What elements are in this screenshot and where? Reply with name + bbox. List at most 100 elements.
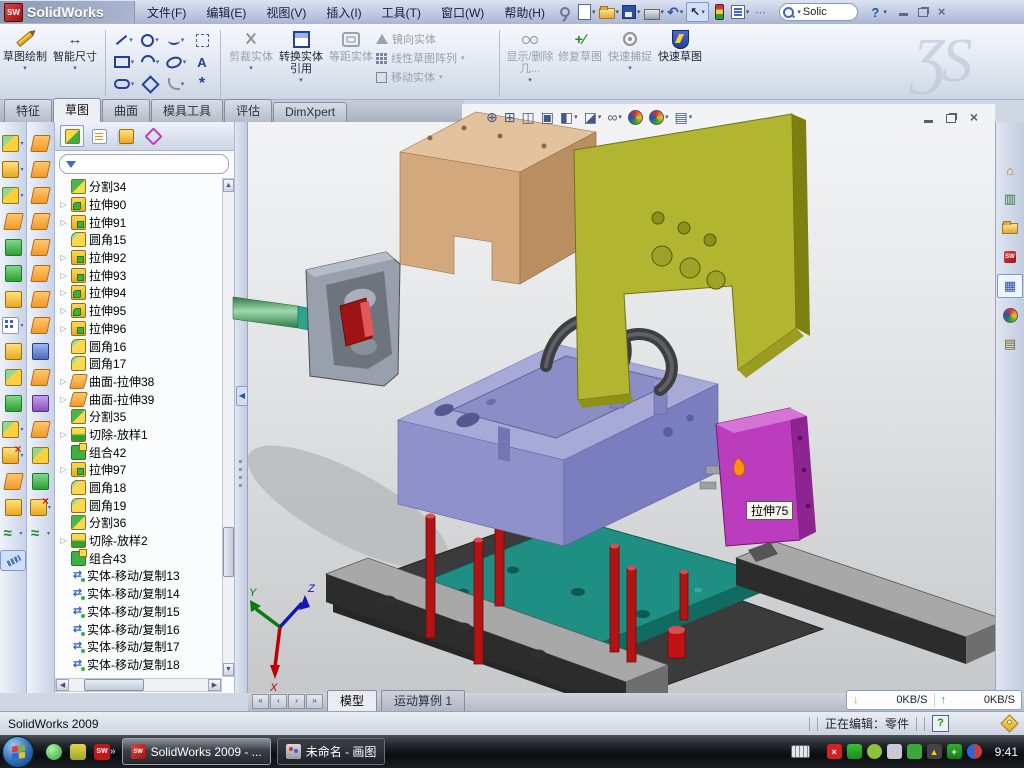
save-button[interactable]: ▾ [622, 3, 641, 21]
green-device-icon[interactable] [907, 744, 922, 759]
expand-arrow-icon[interactable]: ▷ [59, 465, 68, 474]
solidworks-quick-launch-icon[interactable]: SW [94, 744, 110, 760]
section-view-icon[interactable]: ◫ [521, 109, 534, 126]
surfaces-tool-button-8[interactable] [29, 342, 53, 361]
quick-launch-more-icon[interactable]: » [110, 746, 116, 757]
tree-item[interactable]: ▷拉伸90 [57, 196, 221, 214]
point-tool[interactable] [189, 73, 215, 95]
tree-item[interactable]: 圆角18 [57, 479, 221, 497]
clock-badge-icon[interactable] [867, 744, 882, 759]
green-shield-icon[interactable] [847, 744, 862, 759]
features-tool-button-0[interactable]: ▾ [1, 134, 25, 153]
expand-arrow-icon[interactable]: ▷ [59, 430, 68, 439]
menu-item-5[interactable]: 窗口(W) [441, 4, 484, 21]
solidworks-resources-button[interactable]: ▥ [997, 187, 1023, 211]
surfaces-tool-button-1[interactable] [29, 160, 53, 179]
configuration-manager-tab[interactable] [114, 125, 138, 147]
repair-sketch-button[interactable]: +∕ 修复草图 [556, 28, 604, 63]
expand-arrow-icon[interactable]: ▷ [59, 218, 68, 227]
features-tool-button-4[interactable] [1, 238, 25, 257]
tree-item[interactable]: ▷切除-放样2 [57, 532, 221, 550]
tree-item[interactable]: 组合43 [57, 549, 221, 567]
features-tool-button-1[interactable]: ▾ [1, 160, 25, 179]
horizontal-scroll-thumb[interactable] [84, 679, 144, 691]
dropdown-caret-icon[interactable]: ▾ [20, 166, 23, 173]
dropdown-caret-icon[interactable]: ▾ [20, 426, 23, 433]
tree-item[interactable]: ▷拉伸92 [57, 249, 221, 267]
model-tab-nav-button-1[interactable]: ‹ [270, 694, 287, 709]
sketch-text-tool[interactable] [189, 51, 215, 73]
menu-item-4[interactable]: 工具(T) [382, 4, 421, 21]
expand-arrow-icon[interactable]: ▷ [59, 536, 68, 545]
ribbon-tab-3[interactable]: 模具工具 [151, 99, 223, 122]
design-library-button[interactable] [997, 216, 1023, 240]
mirror-entities-button[interactable]: 镜向实体 [376, 31, 494, 47]
pin-icon[interactable] [559, 3, 575, 21]
surfaces-tool-button-14[interactable]: ▾ [29, 498, 53, 517]
features-tool-button-2[interactable]: ▾ [1, 186, 25, 205]
expand-arrow-icon[interactable]: ▷ [59, 200, 68, 209]
edit-appearance-icon[interactable] [628, 110, 643, 125]
dropdown-caret-icon[interactable]: ▾ [20, 192, 23, 199]
rebuild-button[interactable] [712, 3, 728, 21]
features-tool-button-6[interactable] [1, 290, 25, 309]
red-shield-icon[interactable]: × [827, 744, 842, 759]
view-palette-button[interactable]: ▦ [997, 274, 1023, 298]
ribbon-tab-0[interactable]: 特征 [4, 99, 52, 122]
convert-entities-button[interactable]: 转换实体引用▾ [277, 28, 325, 84]
view-orientation-icon[interactable]: ◧▾ [560, 109, 578, 126]
slot-tool[interactable]: ▾ [111, 73, 137, 95]
tree-horizontal-scrollbar[interactable]: ◀ ▶ [55, 678, 222, 692]
expand-arrow-icon[interactable]: ▷ [59, 271, 68, 280]
restore-button[interactable] [918, 8, 928, 17]
model-tab-nav-button-3[interactable]: » [306, 694, 323, 709]
scroll-right-button[interactable]: ▶ [208, 679, 221, 691]
feature-manager-tab[interactable] [60, 125, 84, 147]
surfaces-tool-button-5[interactable] [29, 264, 53, 283]
features-tool-button-5[interactable] [1, 264, 25, 283]
surfaces-tool-button-11[interactable] [29, 420, 53, 439]
line-tool[interactable]: ▾ [111, 29, 137, 51]
ellipse-tool[interactable]: ▾ [163, 51, 189, 73]
tree-item[interactable]: 圆角16 [57, 337, 221, 355]
tree-item[interactable]: 实体-移动/复制14 [57, 585, 221, 603]
view-annotations-icon[interactable]: ▤▾ [674, 109, 692, 126]
tree-item[interactable]: 分割36 [57, 514, 221, 532]
taskbar-window-solidworks[interactable]: SW SolidWorks 2009 - ... [122, 738, 271, 765]
options-button[interactable]: ▾ [731, 3, 750, 21]
expand-arrow-icon[interactable]: ▷ [59, 395, 68, 404]
tree-item[interactable]: 实体-移动/复制18 [57, 656, 221, 674]
tree-item[interactable]: 实体-移动/复制16 [57, 620, 221, 638]
tree-item[interactable]: ▷拉伸91 [57, 213, 221, 231]
vertical-scroll-thumb[interactable] [223, 527, 234, 577]
appearances-scenes-button[interactable] [997, 303, 1023, 327]
features-tool-button-10[interactable] [1, 394, 25, 413]
keyboard-layout-icon[interactable] [791, 745, 810, 758]
surfaces-tool-button-0[interactable] [29, 134, 53, 153]
new-document-button[interactable]: ▾ [578, 3, 596, 21]
tree-filter-input[interactable] [59, 154, 229, 174]
dropdown-caret-icon[interactable]: ▾ [47, 530, 50, 537]
features-tool-button-15[interactable]: ▾ [1, 524, 25, 543]
features-tool-button-3[interactable] [1, 212, 25, 231]
surfaces-tool-button-7[interactable] [29, 316, 53, 335]
zoom-fit-icon[interactable]: ⊕ [486, 109, 498, 126]
taskbar-window-paint[interactable]: 未命名 - 画图 [277, 738, 386, 765]
tree-item[interactable]: ▷曲面-拉伸39 [57, 390, 221, 408]
menu-item-2[interactable]: 视图(V) [266, 4, 306, 21]
features-tool-button-8[interactable] [1, 342, 25, 361]
features-tool-button-7[interactable]: ▾ [1, 316, 25, 335]
zoom-area-icon[interactable]: ⊞ [504, 109, 516, 126]
ribbon-tab-4[interactable]: 评估 [224, 99, 272, 122]
tree-item[interactable]: 组合42 [57, 443, 221, 461]
ribbon-tab-5[interactable]: DimXpert [273, 102, 347, 122]
surfaces-tool-button-10[interactable] [29, 394, 53, 413]
linear-sketch-pattern-button[interactable]: 线性草图阵列▾ [376, 50, 494, 66]
polygon-tool[interactable] [137, 73, 163, 95]
scroll-down-button[interactable]: ▼ [223, 663, 234, 676]
print-button[interactable]: ▾ [644, 3, 665, 21]
features-tool-button-11[interactable]: ▾ [1, 420, 25, 439]
media-quick-launch-icon[interactable] [70, 744, 86, 760]
tree-item[interactable]: ▷拉伸96 [57, 320, 221, 338]
tree-item[interactable]: ▷拉伸93 [57, 266, 221, 284]
